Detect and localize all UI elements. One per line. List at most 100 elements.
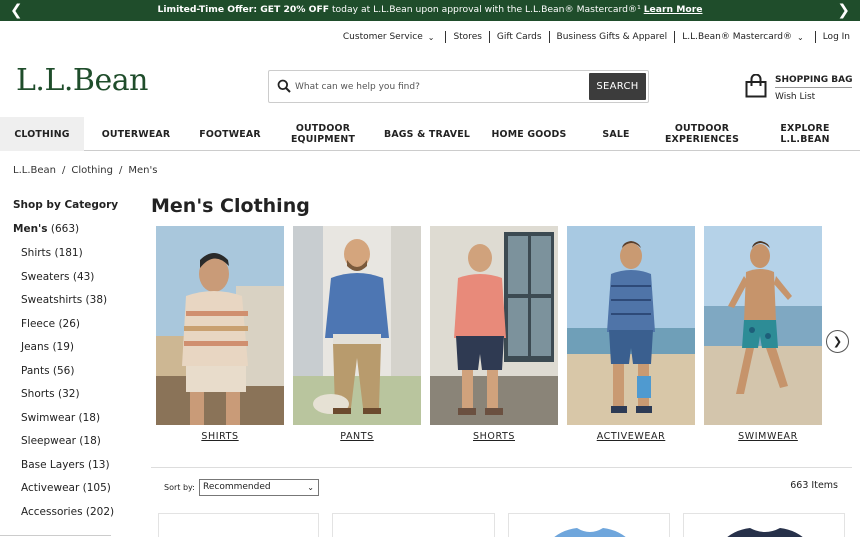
shopping-bag-link[interactable]: SHOPPING BAG (775, 74, 853, 88)
nav-item-label: CLOTHING (14, 128, 70, 140)
chevron-right-icon[interactable]: ❯ (837, 1, 850, 20)
shirts-photo (156, 226, 284, 425)
swimwear-photo (704, 226, 822, 425)
nav-item-explore-llbean[interactable]: EXPLORE L.L.BEAN (750, 117, 860, 151)
mastercard-link[interactable]: L.L.Bean® Mastercard® ⌄ (682, 32, 808, 42)
nav-item-footwear[interactable]: FOOTWEAR (188, 117, 272, 151)
nav-item-label: OUTDOOR EQUIPMENT (290, 123, 356, 145)
breadcrumb-clothing[interactable]: Clothing (71, 165, 113, 176)
sidebar-item[interactable]: Sweaters (43) (21, 270, 114, 294)
promo-offer-bold: Limited-Time Offer: GET 20% OFF (157, 4, 330, 15)
product-card[interactable] (508, 513, 670, 537)
product-card[interactable] (332, 513, 495, 537)
nav-item-outerwear[interactable]: OUTERWEAR (84, 117, 188, 151)
category-label-swimwear[interactable]: SWIMWEAR (704, 431, 832, 442)
learn-more-link[interactable]: Learn More (644, 4, 703, 15)
shopping-bag-panel: SHOPPING BAG Wish List (775, 74, 853, 104)
nav-item-outdoor-equipment[interactable]: OUTDOOR EQUIPMENT (272, 117, 374, 151)
sidebar-root-category[interactable]: Men's (663) (13, 223, 79, 235)
nav-item-clothing[interactable]: CLOTHING (0, 117, 84, 151)
nav-item-sale[interactable]: SALE (578, 117, 654, 151)
category-tile-shorts[interactable] (430, 226, 558, 425)
sidebar-item[interactable]: Sleepwear (18) (21, 434, 114, 458)
divider (151, 467, 852, 468)
promo-message: Limited-Time Offer: GET 20% OFF today at… (0, 4, 860, 16)
nav-item-label: HOME GOODS (491, 128, 567, 140)
nav-item-label: FOOTWEAR (199, 128, 261, 140)
breadcrumb-mens[interactable]: Men's (128, 165, 157, 176)
sidebar-item[interactable]: Shorts (32) (21, 387, 114, 411)
sidebar-root-label: Men's (13, 223, 48, 235)
sidebar-root-count: (663) (50, 223, 80, 235)
sidebar-item[interactable]: Pants (56) (21, 364, 114, 388)
sort-label: Sort by: (164, 483, 195, 492)
product-image (554, 528, 626, 537)
nav-item-home-goods[interactable]: HOME GOODS (480, 117, 578, 151)
stores-link[interactable]: Stores (453, 32, 481, 42)
breadcrumb-separator: / (118, 165, 123, 176)
llbean-logo[interactable]: L.L.Bean (16, 63, 148, 98)
login-link[interactable]: Log In (823, 32, 850, 42)
nav-item-label: BAGS & TRAVEL (383, 128, 471, 140)
promo-banner: ❮ Limited-Time Offer: GET 20% OFF today … (0, 0, 860, 21)
sidebar-item[interactable]: Base Layers (13) (21, 458, 114, 482)
customer-service-link[interactable]: Customer Service ⌄ (343, 32, 439, 42)
product-image (333, 514, 495, 537)
product-card[interactable] (683, 513, 845, 537)
divider (488, 31, 490, 43)
nav-item-outdoor-experiences[interactable]: OUTDOOR EXPERIENCES (654, 117, 750, 151)
sidebar-category-list: Shirts (181) Sweaters (43) Sweatshirts (38… (21, 246, 114, 528)
divider (445, 31, 447, 43)
shopping-bag-icon[interactable] (745, 74, 767, 98)
carousel-next-button[interactable]: ❯ (826, 330, 849, 353)
search-button[interactable]: SEARCH (589, 73, 646, 100)
sidebar-heading: Shop by Category (13, 199, 119, 211)
pants-photo (293, 226, 421, 425)
category-tile-activewear[interactable] (567, 226, 695, 425)
category-label-shirts[interactable]: SHIRTS (156, 431, 284, 442)
sidebar-item[interactable]: Swimwear (18) (21, 411, 114, 435)
breadcrumb-home[interactable]: L.L.Bean (13, 165, 56, 176)
wish-list-link[interactable]: Wish List (775, 91, 852, 104)
mastercard-label: L.L.Bean® Mastercard® (682, 32, 792, 42)
chevron-down-icon: ⌄ (797, 32, 804, 42)
main-nav: CLOTHING OUTERWEAR FOOTWEAR OUTDOOR EQUIPME… (0, 117, 860, 151)
item-count: 663 Items (790, 480, 838, 491)
chevron-right-icon: ❯ (832, 335, 843, 348)
category-tile-shirts[interactable] (156, 226, 284, 425)
category-label-shorts[interactable]: SHORTS (430, 431, 558, 442)
promo-offer-text: today at L.L.Bean upon approval with the… (329, 4, 644, 15)
sort-select[interactable]: Recommended ⌄ (199, 479, 319, 496)
sidebar-item[interactable]: Shirts (181) (21, 246, 114, 270)
page-title: Men's Clothing (151, 195, 310, 217)
nav-item-label: OUTDOOR EXPERIENCES (664, 123, 740, 145)
gift-cards-link[interactable]: Gift Cards (497, 32, 542, 42)
product-image (727, 528, 803, 537)
chevron-down-icon: ⌄ (427, 32, 435, 42)
divider (548, 31, 550, 43)
search-input[interactable] (295, 76, 585, 98)
customer-service-label: Customer Service (342, 32, 423, 42)
category-label-pants[interactable]: PANTS (293, 431, 421, 442)
breadcrumb-separator: / (61, 165, 66, 176)
category-label-activewear[interactable]: ACTIVEWEAR (567, 431, 695, 442)
business-gifts-link[interactable]: Business Gifts & Apparel (557, 32, 668, 42)
nav-item-label: EXPLORE L.L.BEAN (780, 123, 830, 145)
chevron-down-icon: ⌄ (307, 483, 314, 492)
nav-item-label: SALE (602, 128, 630, 140)
sidebar-item[interactable]: Sweatshirts (38) (21, 293, 114, 317)
sidebar-item[interactable]: Activewear (105) (21, 481, 114, 505)
sidebar-item[interactable]: Fleece (26) (21, 317, 114, 341)
sort-selected-value: Recommended (203, 482, 271, 492)
product-card[interactable] (158, 513, 319, 537)
search-icon (277, 79, 291, 93)
category-tile-pants[interactable] (293, 226, 421, 425)
sidebar-item[interactable]: Accessories (202) (21, 505, 114, 529)
nav-item-bags-travel[interactable]: BAGS & TRAVEL (374, 117, 480, 151)
search-bar: SEARCH (268, 70, 649, 103)
nav-item-label: OUTERWEAR (101, 128, 171, 140)
divider (814, 31, 816, 43)
utility-nav: Customer Service ⌄ Stores Gift Cards Busi… (343, 31, 850, 43)
sidebar-item[interactable]: Jeans (19) (21, 340, 114, 364)
category-tile-swimwear[interactable] (704, 226, 822, 425)
